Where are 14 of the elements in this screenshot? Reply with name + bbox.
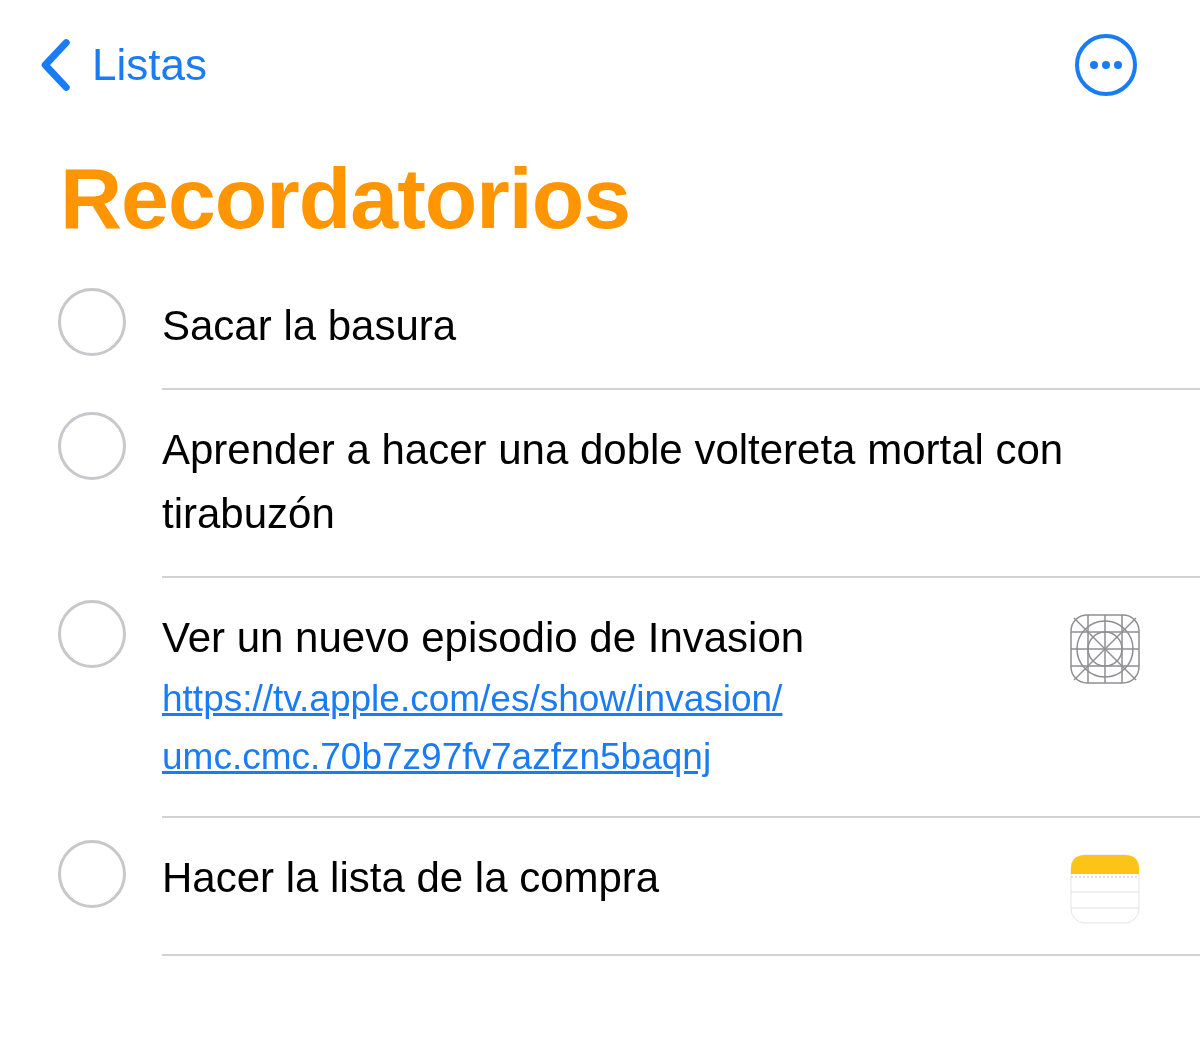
url-link[interactable]: https://tv.apple.com/es/show/invasion/ umc.cmc.70b7z97fv7azfzn5baqnj [162,670,805,786]
checkbox[interactable] [58,840,126,908]
reminder-text[interactable]: Aprender a hacer una doble voltereta mortal con tirabuzón [162,418,1107,546]
reminder-text[interactable]: Hacer la lista de la compra [162,846,660,910]
notes-icon[interactable] [1070,854,1140,924]
checkbox[interactable] [58,412,126,480]
list-title: Recordatorios [60,149,632,248]
app-grid-icon[interactable] [1070,614,1140,684]
more-icon[interactable] [1074,33,1138,97]
checkbox[interactable] [58,288,126,356]
checkbox[interactable] [58,600,126,668]
back-link[interactable]: Listas [38,37,207,93]
reminder-text[interactable]: Sacar la basura [162,294,457,358]
reminder-text[interactable]: Ver un nuevo episodio de Invasion [162,606,805,670]
